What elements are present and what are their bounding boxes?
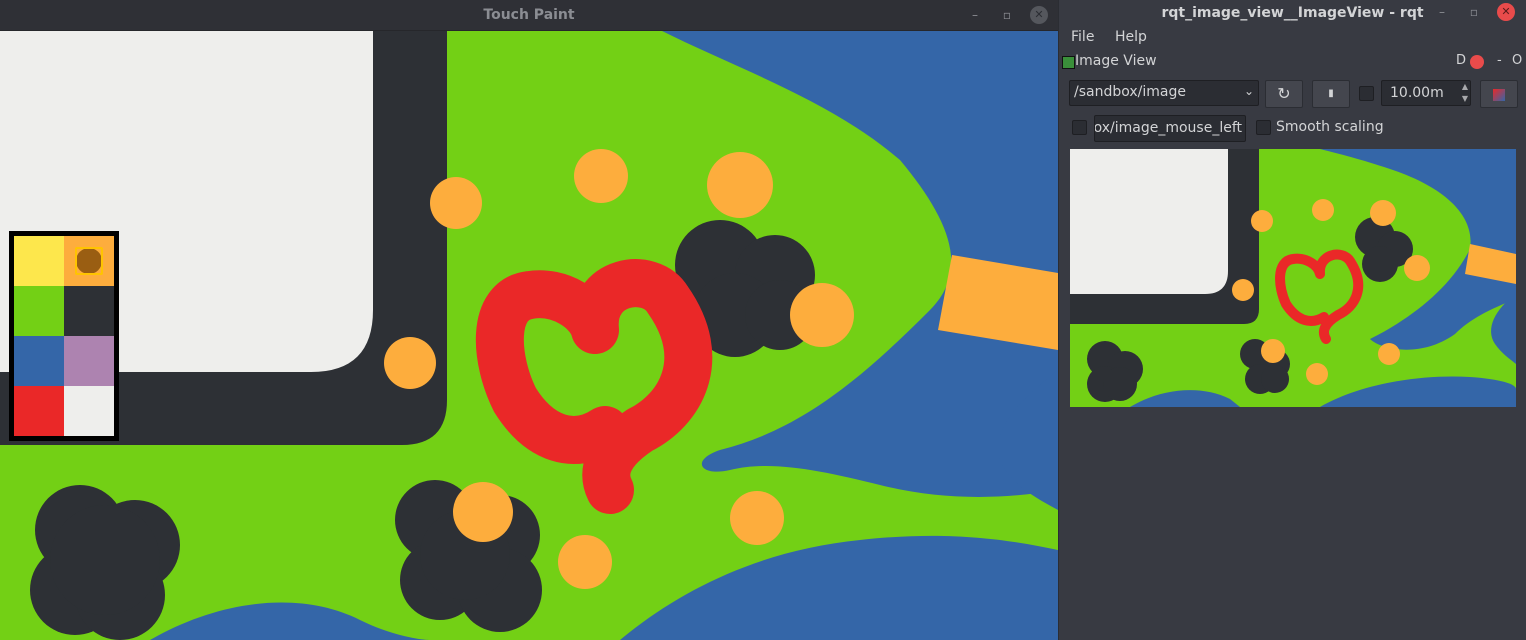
paint-titlebar: Touch Paint – ▫ ✕: [0, 0, 1058, 31]
image-preview[interactable]: [1070, 149, 1516, 407]
close-icon[interactable]: ✕: [1030, 6, 1048, 24]
save-image-button[interactable]: [1480, 80, 1518, 108]
palette-swatch-green[interactable]: [14, 286, 64, 336]
image-view-dock-title: Image View D - O: [1059, 52, 1526, 72]
palette-swatch-yellow[interactable]: [14, 236, 64, 286]
maximize-icon[interactable]: ▫: [998, 6, 1016, 24]
mouse-topic-value: ox/image_mouse_left: [1094, 120, 1242, 136]
minimize-icon[interactable]: –: [1433, 3, 1451, 21]
palette-swatch-purple[interactable]: [64, 336, 114, 386]
menu-bar: File Help: [1059, 26, 1526, 48]
refresh-icon: ↻: [1277, 84, 1291, 103]
color-palette: [9, 231, 119, 441]
palette-swatch-orange[interactable]: [64, 236, 114, 286]
mouse-publish-checkbox[interactable]: [1072, 120, 1087, 135]
preview-white-panel: [1070, 149, 1228, 294]
rqt-window-title: rqt_image_view__ImageView - rqt: [1161, 5, 1424, 21]
dock-title: Image View: [1075, 53, 1157, 69]
palette-swatch-red[interactable]: [14, 386, 64, 436]
save-image-icon: [1493, 88, 1505, 101]
maximize-icon[interactable]: ▫: [1465, 3, 1483, 21]
dock-help-icon[interactable]: [1470, 55, 1484, 69]
zoom-value: 10.00m: [1390, 85, 1444, 101]
dock-float-button[interactable]: -: [1497, 53, 1502, 68]
touch-paint-window: Touch Paint – ▫ ✕: [0, 0, 1058, 640]
palette-swatch-white[interactable]: [64, 386, 114, 436]
selected-indicator-icon: [76, 248, 102, 274]
dark-blob-2: [30, 485, 180, 640]
menu-file[interactable]: File: [1071, 29, 1094, 45]
rqt-window: rqt_image_view__ImageView - rqt – ▫ ✕ Fi…: [1059, 0, 1526, 640]
zoom-checkbox[interactable]: [1359, 86, 1374, 101]
rqt-titlebar: rqt_image_view__ImageView - rqt – ▫ ✕: [1059, 0, 1526, 26]
refresh-button[interactable]: ↻: [1265, 80, 1303, 108]
smooth-scaling-checkbox[interactable]: [1256, 120, 1271, 135]
minimize-icon[interactable]: –: [966, 6, 984, 24]
palette-swatch-dark[interactable]: [64, 286, 114, 336]
paint-canvas[interactable]: [0, 30, 1058, 640]
topic-value: /sandbox/image: [1074, 84, 1186, 100]
dock-close-button[interactable]: O: [1512, 53, 1522, 68]
image-view-plugin-icon: [1062, 56, 1075, 69]
close-icon[interactable]: ✕: [1497, 3, 1515, 21]
chevron-down-icon: ⌄: [1243, 84, 1254, 98]
menu-help[interactable]: Help: [1115, 29, 1147, 45]
zoom-spinbox[interactable]: 10.00m ▲ ▼: [1381, 80, 1471, 106]
palette-swatch-blue[interactable]: [14, 336, 64, 386]
paint-window-title: Touch Paint: [483, 7, 575, 23]
spin-arrows-icon[interactable]: ▲ ▼: [1462, 81, 1468, 105]
topic-combo[interactable]: /sandbox/image ⌄: [1069, 80, 1259, 106]
dock-d-label[interactable]: D: [1456, 53, 1466, 68]
info-button[interactable]: ▮: [1312, 80, 1350, 108]
mouse-topic-field[interactable]: ox/image_mouse_left: [1094, 115, 1246, 142]
info-icon: ▮: [1328, 88, 1334, 99]
smooth-scaling-label: Smooth scaling: [1276, 119, 1384, 135]
